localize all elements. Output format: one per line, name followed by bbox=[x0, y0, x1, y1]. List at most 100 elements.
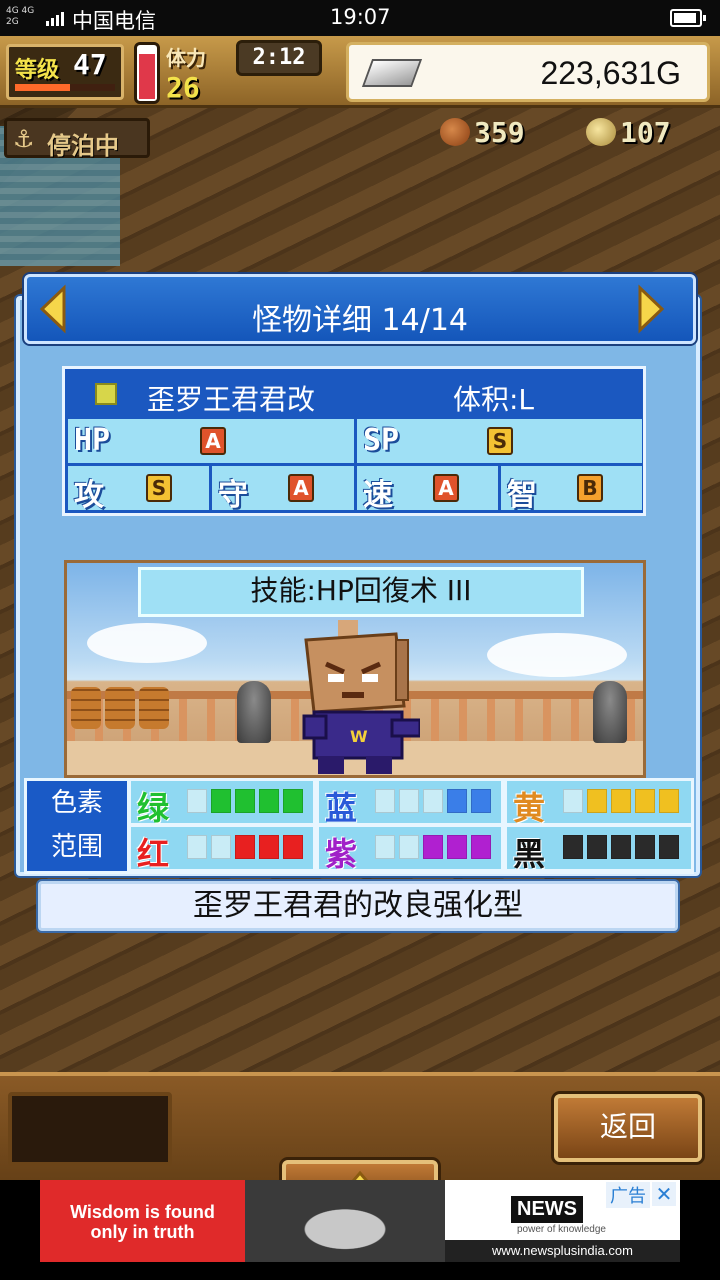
ad-portrait-image bbox=[245, 1180, 445, 1262]
empty-slot bbox=[8, 1092, 172, 1166]
color-block bbox=[447, 835, 467, 859]
bottom-menu-panel: 返回 bbox=[0, 1072, 720, 1180]
svg-text:W: W bbox=[350, 727, 368, 746]
color-block bbox=[283, 789, 303, 813]
color-block bbox=[211, 789, 231, 813]
news-logo: NEWS bbox=[511, 1196, 583, 1223]
element-color-panel: 色素 范围 绿 蓝 黄 红 紫 黑 bbox=[24, 778, 694, 874]
ad-label: 广告 bbox=[606, 1182, 650, 1208]
monster-name: 歪罗王君君改 bbox=[147, 383, 316, 416]
grade-badge: S bbox=[146, 474, 172, 502]
arrow-right-icon bbox=[638, 284, 665, 334]
anchor-status-label: 停泊中 bbox=[47, 132, 119, 160]
color-block bbox=[563, 789, 583, 813]
color-block bbox=[187, 835, 207, 859]
grade-badge: B bbox=[577, 474, 603, 502]
next-monster-button[interactable] bbox=[634, 284, 668, 334]
medal-counter: 107 bbox=[586, 116, 671, 150]
color-block bbox=[635, 789, 655, 813]
grade-badge: A bbox=[433, 474, 459, 502]
element-red: 红 bbox=[131, 827, 313, 873]
color-block bbox=[471, 835, 491, 859]
stamina-panel: 体力 26 bbox=[166, 42, 236, 104]
element-range-label: 色素 范围 bbox=[27, 781, 127, 871]
color-block bbox=[659, 835, 679, 859]
stamina-timer: 2:12 bbox=[236, 40, 322, 76]
color-block bbox=[471, 789, 491, 813]
color-block bbox=[375, 835, 395, 859]
skill-label: 技能:HP回復术 III bbox=[138, 567, 584, 617]
expand-menu-button[interactable] bbox=[282, 1160, 438, 1180]
color-block bbox=[187, 789, 207, 813]
color-block bbox=[447, 789, 467, 813]
level-value: 47 bbox=[73, 48, 107, 81]
stamina-label: 体力 bbox=[166, 46, 206, 70]
anchor-icon: ⚓ bbox=[13, 125, 35, 153]
news-url: www.newsplusindia.com bbox=[445, 1240, 680, 1262]
level-label: 等级 bbox=[15, 58, 60, 83]
back-button[interactable]: 返回 bbox=[554, 1094, 702, 1162]
prev-monster-button[interactable] bbox=[36, 284, 70, 334]
rank-icon bbox=[95, 383, 117, 405]
medal-icon bbox=[586, 118, 616, 146]
status-bar: 4G 4G 2G 中国电信 19:07 bbox=[0, 0, 720, 36]
food-icon bbox=[440, 118, 470, 146]
element-yellow: 黄 bbox=[507, 781, 691, 827]
level-panel: 等级 47 bbox=[6, 44, 124, 100]
silver-bar-icon bbox=[361, 59, 423, 87]
top-hud: 等级 47 体力 26 2:12 223,631G bbox=[0, 36, 720, 108]
monster-stats-table: 歪罗王君君改 体积:L HP A SP S 攻 S 守 A 速 A 智 B bbox=[62, 366, 646, 516]
ad-banner[interactable]: Wisdom is found only in truth NEWS power… bbox=[40, 1180, 680, 1262]
color-block bbox=[587, 835, 607, 859]
monster-description: 歪罗王君君的改良强化型 bbox=[38, 881, 678, 931]
monster-name-row: 歪罗王君君改 体积:L bbox=[65, 369, 643, 419]
cannon bbox=[593, 681, 627, 743]
ad-quote: Wisdom is found only in truth bbox=[40, 1180, 245, 1262]
element-black: 黑 bbox=[507, 827, 691, 873]
triangle-up-icon bbox=[351, 1170, 369, 1180]
dialog-title-bar: 怪物详细 14/14 bbox=[24, 274, 696, 344]
news-tagline: power of knowledge bbox=[517, 1224, 606, 1235]
color-block bbox=[259, 789, 279, 813]
stat-intelligence: 智 B bbox=[501, 466, 642, 513]
clock: 19:07 bbox=[330, 5, 391, 29]
gold-value: 223,631G bbox=[540, 55, 681, 91]
game-scene: 等级 47 体力 26 2:12 223,631G ⚓ 停泊中 359 107 … bbox=[0, 36, 720, 1180]
color-block bbox=[399, 789, 419, 813]
barrel bbox=[71, 687, 101, 729]
color-block bbox=[587, 789, 607, 813]
barrel bbox=[105, 687, 135, 729]
gold-panel: 223,631G bbox=[346, 42, 710, 102]
color-block bbox=[659, 789, 679, 813]
color-block bbox=[375, 789, 395, 813]
medal-value: 107 bbox=[620, 116, 671, 149]
stat-hp: HP A bbox=[68, 419, 354, 463]
color-block bbox=[635, 835, 655, 859]
close-icon[interactable]: ✕ bbox=[652, 1182, 676, 1206]
dialog-title: 怪物详细 14/14 bbox=[252, 303, 468, 338]
cannon bbox=[237, 681, 271, 743]
battery-icon bbox=[670, 9, 706, 27]
network-indicator: 4G 4G 2G bbox=[6, 6, 35, 27]
element-blue: 蓝 bbox=[319, 781, 501, 827]
grade-badge: A bbox=[288, 474, 314, 502]
color-block bbox=[211, 835, 231, 859]
stamina-gauge bbox=[134, 42, 160, 104]
color-block bbox=[235, 835, 255, 859]
monster-size: 体积:L bbox=[453, 383, 535, 416]
monster-sprite: W bbox=[302, 620, 420, 774]
grade-badge: S bbox=[487, 427, 513, 455]
grade-badge: A bbox=[200, 427, 226, 455]
stat-sp: SP S bbox=[357, 419, 642, 463]
signal-icon bbox=[46, 10, 68, 26]
arrow-left-icon bbox=[39, 284, 66, 334]
stamina-value: 26 bbox=[166, 71, 200, 104]
color-block bbox=[611, 789, 631, 813]
color-block bbox=[563, 835, 583, 859]
food-value: 359 bbox=[474, 116, 525, 149]
color-block bbox=[423, 789, 443, 813]
color-block bbox=[399, 835, 419, 859]
anchor-status[interactable]: ⚓ 停泊中 bbox=[4, 118, 150, 160]
color-block bbox=[283, 835, 303, 859]
food-counter: 359 bbox=[440, 116, 525, 150]
